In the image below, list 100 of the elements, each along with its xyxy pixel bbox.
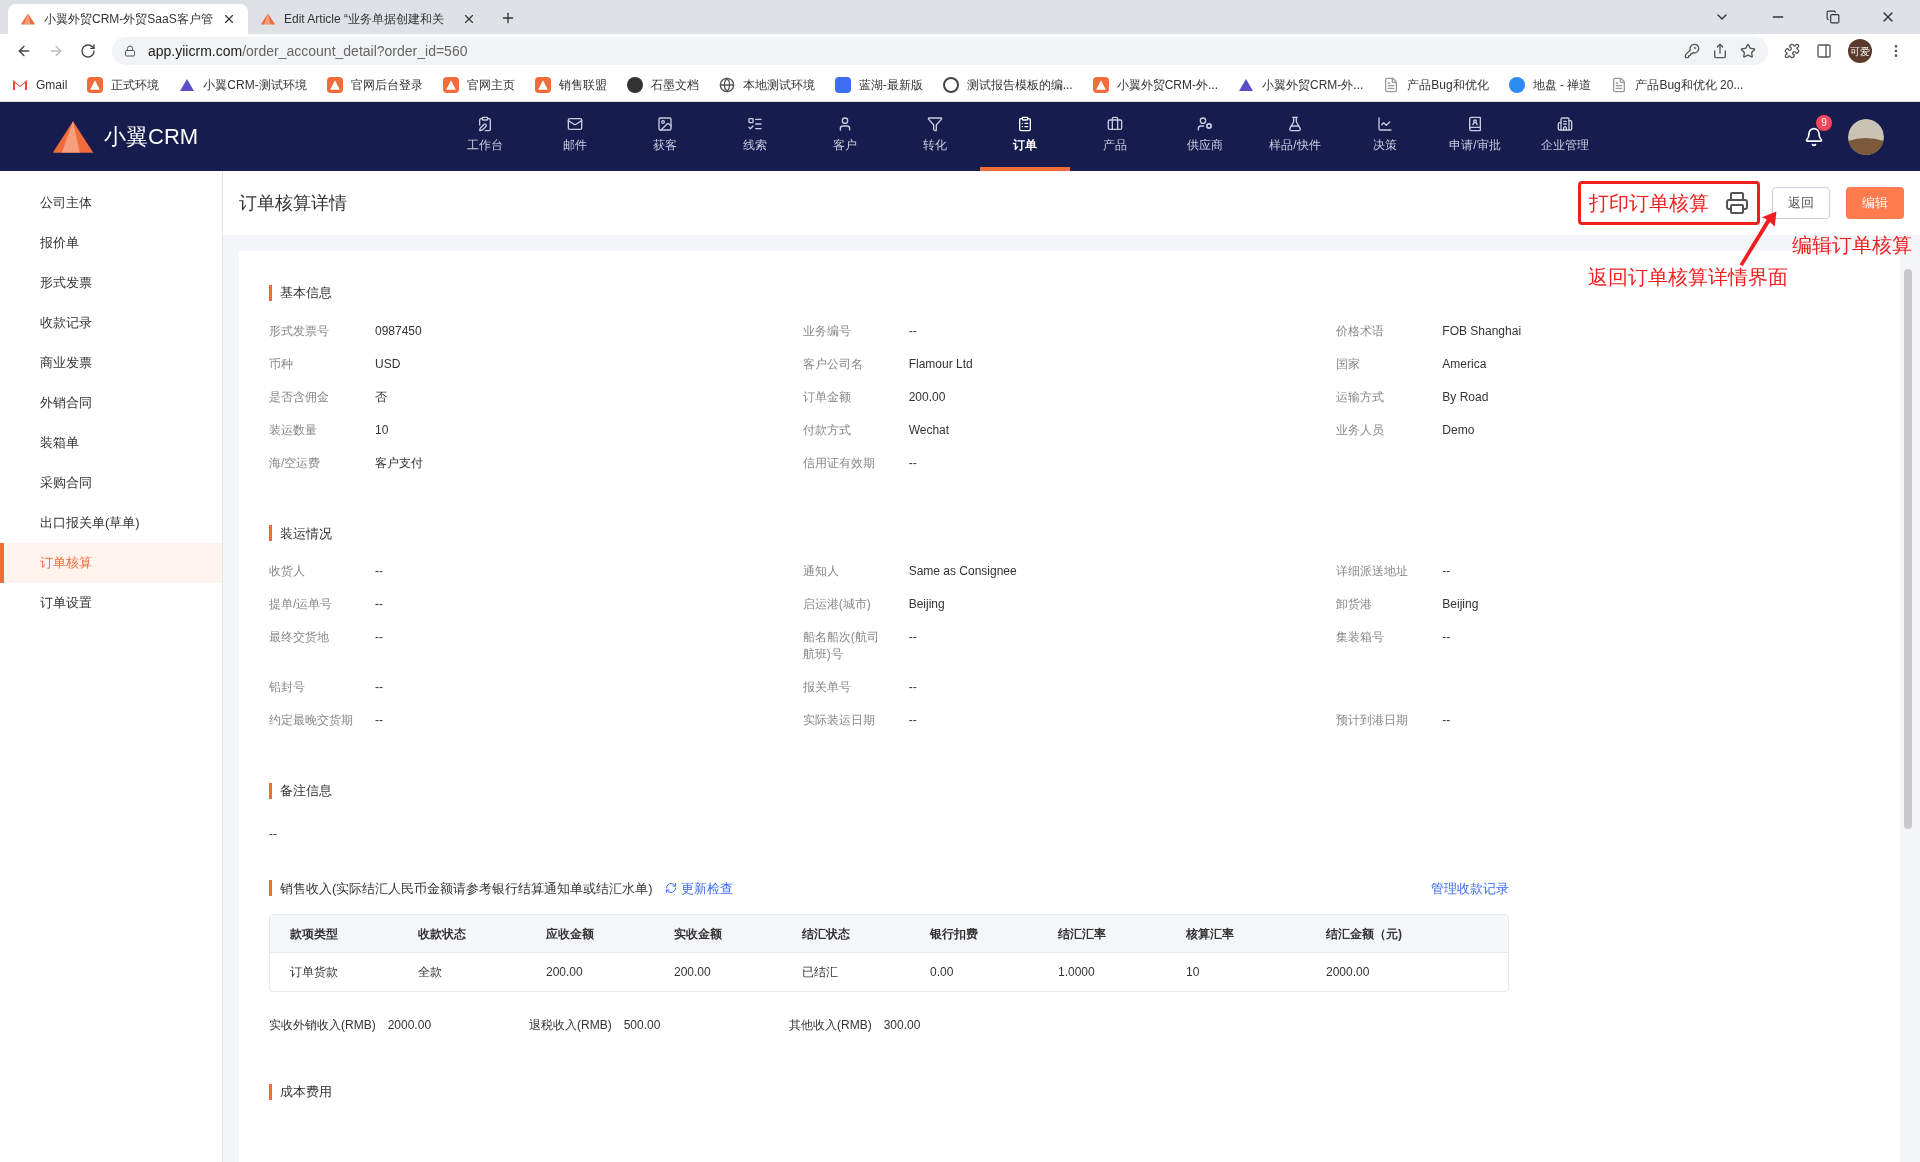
bookmark[interactable]: 官网后台登录 [350, 75, 423, 94]
field-label: 付款方式 [802, 421, 852, 439]
field-label: 装运数量 [269, 421, 318, 439]
star-icon[interactable] [1740, 43, 1756, 59]
section-title: 备注信息 [280, 782, 332, 800]
reload-icon[interactable] [80, 43, 96, 59]
browser-tab[interactable]: 小翼外贸CRM-外贸SaaS客户管 [8, 4, 248, 34]
printer-icon[interactable] [1725, 191, 1749, 215]
nav-tab[interactable]: 线索 [710, 102, 800, 171]
column-header: 结汇金额（元) [1326, 925, 1403, 943]
new-tab-icon[interactable] [500, 10, 516, 26]
table-cell-text: 200.00 [546, 964, 584, 981]
bookmark[interactable]: 本地测试环境 [742, 75, 815, 94]
filter-icon [927, 115, 943, 132]
lock-icon[interactable] [124, 45, 136, 57]
nav-tab[interactable]: 邮件 [530, 102, 620, 171]
field-label: 币种 [269, 355, 294, 373]
field-value: -- [375, 563, 383, 580]
bookmark[interactable]: 小翼外贸CRM-外... [1116, 75, 1218, 94]
sidebar-item[interactable]: 订单设置 [0, 583, 222, 623]
bookmark[interactable]: 蓝湖-最新版 [858, 75, 923, 94]
field-value: By Road [1442, 388, 1489, 406]
total-value: 300.00 [883, 1017, 921, 1034]
nav-tab[interactable]: 客户 [800, 102, 890, 171]
book-icon [1467, 115, 1483, 132]
app-icon [326, 76, 343, 93]
nav-tab[interactable]: 决策 [1340, 102, 1430, 171]
bookmark[interactable]: 产品Bug和优化 [1407, 75, 1489, 94]
bookmark[interactable]: 测试报告模板的编... [966, 75, 1073, 94]
nav-tab[interactable]: 样品/快件 [1250, 102, 1340, 171]
column-header: 收款状态 [418, 925, 467, 943]
side-panel-icon[interactable] [1816, 43, 1832, 59]
table-cell-text: 全款 [418, 964, 443, 981]
field-value: 客户支付 [375, 454, 423, 472]
field-value: Beijing [1442, 596, 1479, 613]
sidebar-item[interactable]: 外销合同 [0, 383, 222, 423]
table-cell-text: 已结汇 [802, 964, 839, 981]
nav-tab[interactable]: 工作台 [440, 102, 530, 171]
bookmark[interactable]: 销售联盟 [558, 75, 607, 94]
refresh-link[interactable]: 更新检查 [680, 878, 1419, 898]
list-icon [747, 115, 763, 132]
line-chart-icon [1377, 115, 1393, 132]
bookmark[interactable]: 小翼外贸CRM-外... [1262, 75, 1364, 94]
bookmark[interactable]: 官网主页 [466, 75, 515, 94]
bell-icon[interactable] [1804, 126, 1824, 147]
nav-tab[interactable]: 企业管理 [1520, 102, 1610, 171]
restore-icon[interactable] [1826, 10, 1840, 24]
browser-tab[interactable]: Edit Article “业务单据创建和关 [248, 4, 488, 34]
field-label: 收货人 [269, 563, 306, 580]
field-label: 提单/运单号 [269, 596, 334, 613]
total-value: 2000.00 [387, 1017, 432, 1034]
field-label: 船名船次(航司航班)号 [802, 629, 880, 663]
manage-link[interactable]: 管理收款记录 [1431, 878, 1509, 898]
share-icon[interactable] [1712, 43, 1728, 59]
annotation-text: 返回订单核算详情界面 [1588, 265, 1788, 290]
nav-tab[interactable]: 申请/审批 [1430, 102, 1520, 171]
field-label: 详细派送地址 [1336, 563, 1410, 580]
column-header: 结汇状态 [802, 925, 851, 943]
image-icon [657, 115, 673, 132]
sidebar-item[interactable]: 采购合同 [0, 463, 222, 503]
bookmark[interactable]: Gmail [36, 75, 68, 94]
bookmark[interactable]: 正式环境 [111, 75, 160, 94]
field-value: 0987450 [375, 322, 422, 340]
nav-tab[interactable]: 供应商 [1160, 102, 1250, 171]
field-value: -- [908, 454, 917, 472]
bookmark[interactable]: 产品Bug和优化 20... [1635, 75, 1744, 94]
extensions-icon[interactable] [1784, 43, 1800, 59]
sidebar-item[interactable]: 公司主体 [0, 183, 222, 223]
close-icon[interactable] [222, 12, 236, 26]
sidebar-item[interactable]: 装箱单 [0, 423, 222, 463]
nav-tab[interactable]: 产品 [1070, 102, 1160, 171]
sidebar-item[interactable]: 形式发票 [0, 263, 222, 303]
back-icon[interactable] [16, 43, 32, 59]
bookmark[interactable]: 小翼CRM-测试环境 [203, 75, 307, 94]
nav-tab[interactable]: 转化 [890, 102, 980, 171]
key-icon[interactable] [1684, 43, 1700, 59]
profile-avatar[interactable]: 可爱 [1848, 39, 1872, 63]
table-cell-text: 200.00 [674, 964, 712, 981]
logo-text: 小翼CRM [104, 123, 199, 151]
field-value: Beijing [908, 596, 945, 613]
app-icon [534, 76, 551, 93]
bookmark[interactable]: 石墨文档 [650, 75, 699, 94]
scrollbar[interactable] [1904, 269, 1912, 829]
sidebar-item[interactable]: 收款记录 [0, 303, 222, 343]
section-title: 基本信息 [280, 284, 332, 302]
table-cell-text: 1.0000 [1058, 964, 1096, 981]
back-button[interactable]: 返回 [1772, 187, 1830, 219]
nav-tab[interactable]: 获客 [620, 102, 710, 171]
document-icon [1611, 76, 1628, 93]
close-icon[interactable] [462, 12, 476, 26]
bookmark[interactable]: 地盘 - 禅道 [1532, 75, 1592, 94]
page-title: 订单核算详情 [239, 191, 348, 215]
refresh-icon[interactable] [664, 882, 677, 895]
sidebar-item[interactable]: 报价单 [0, 223, 222, 263]
field-value: USD [375, 355, 401, 373]
address-field[interactable]: app.yiicrm.com/order_account_detail?order_id=560 [112, 37, 1768, 65]
sidebar-item[interactable]: 出口报关单(草单) [0, 503, 222, 543]
avatar[interactable] [1848, 118, 1884, 155]
sidebar-item[interactable]: 商业发票 [0, 343, 222, 383]
field-value: America [1442, 355, 1487, 373]
